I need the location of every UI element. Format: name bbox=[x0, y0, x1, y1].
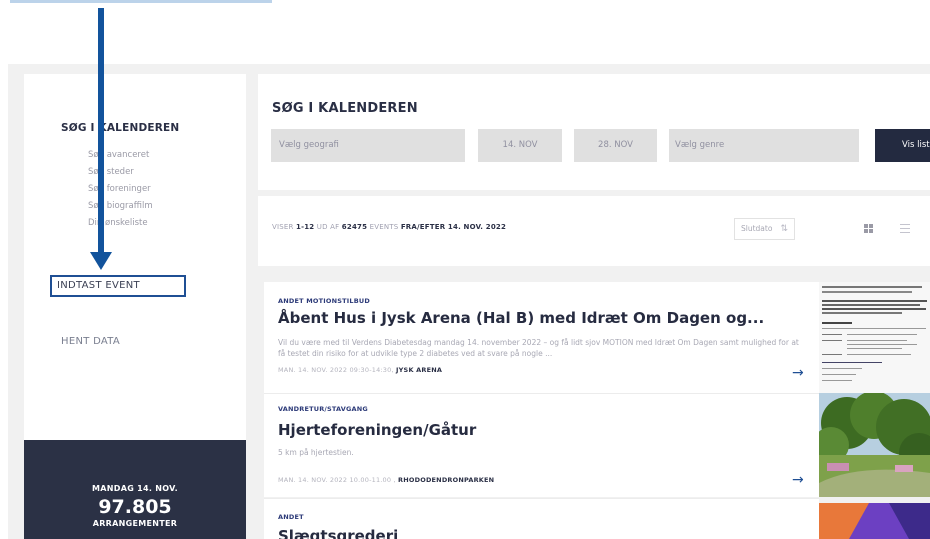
sort-label: Slutdato bbox=[741, 224, 773, 233]
results-total: 62475 bbox=[341, 223, 368, 231]
search-panel: SØG I KALENDEREN Vælg geografi 14. NOV 2… bbox=[258, 74, 930, 190]
today-date: MANDAG 14. NOV. bbox=[92, 484, 178, 493]
event-place: RHODODENDRONPARKEN bbox=[398, 476, 495, 484]
event-count-box: MANDAG 14. NOV. 97.805 ARRANGEMENTER bbox=[24, 440, 246, 539]
annotation-arrow-head bbox=[90, 252, 112, 270]
event-card[interactable]: ANDET Slægtsgrederi bbox=[264, 498, 819, 539]
event-meta: MAN. 14. NOV. 2022 10.00-11.00 , RHODODE… bbox=[278, 476, 494, 484]
results-mid: UD AF bbox=[316, 223, 340, 231]
page: SØG I KALENDEREN Søg avanceret Søg stede… bbox=[0, 0, 930, 539]
genre-select[interactable]: Vælg genre bbox=[669, 129, 859, 162]
results-events-word: EVENTS bbox=[369, 223, 399, 231]
event-title[interactable]: Åbent Hus i Jysk Arena (Hal B) med Idræt… bbox=[278, 309, 764, 327]
event-card[interactable]: VANDRETUR/STAVGANG Hjerteforeningen/Gåtu… bbox=[264, 393, 819, 497]
park-photo bbox=[819, 393, 930, 497]
arrow-right-icon[interactable]: → bbox=[792, 365, 804, 381]
event-title[interactable]: Hjerteforeningen/Gåtur bbox=[278, 421, 476, 439]
sort-icon: ⇅ bbox=[780, 224, 788, 234]
fetch-data-link[interactable]: HENT DATA bbox=[61, 336, 120, 347]
enter-event-button[interactable]: INDTAST EVENT bbox=[50, 275, 186, 297]
results-summary: VISER 1-12 UD AF 62475 EVENTS FRA/EFTER … bbox=[272, 223, 506, 231]
results-suffix: FRA/EFTER 14. NOV. 2022 bbox=[400, 223, 507, 231]
sort-select[interactable]: Slutdato ⇅ bbox=[734, 218, 795, 240]
results-prefix: VISER bbox=[272, 223, 294, 231]
grid-view-icon[interactable] bbox=[864, 224, 873, 233]
event-category: ANDET bbox=[278, 513, 304, 521]
geography-select[interactable]: Vælg geografi bbox=[271, 129, 465, 162]
show-list-button[interactable]: Vis liste bbox=[875, 129, 930, 162]
event-count-label: ARRANGEMENTER bbox=[92, 519, 178, 528]
sidebar: SØG I KALENDEREN Søg avanceret Søg stede… bbox=[24, 74, 246, 539]
event-datetime: MAN. 14. NOV. 2022 10.00-11.00 , bbox=[278, 476, 396, 484]
event-place: JYSK ARENA bbox=[396, 366, 443, 374]
arrow-right-icon[interactable]: → bbox=[792, 472, 804, 488]
sidebar-title: SØG I KALENDEREN bbox=[61, 122, 180, 134]
results-range: 1-12 bbox=[296, 223, 315, 231]
date-from-field[interactable]: 14. NOV bbox=[478, 129, 562, 162]
event-card[interactable]: ANDET MOTIONSTILBUD Åbent Hus i Jysk Are… bbox=[264, 282, 819, 393]
event-description: Vil du være med til Verdens Diabetesdag … bbox=[278, 338, 799, 358]
event-meta: MAN. 14. NOV. 2022 09:30-14:30, JYSK ARE… bbox=[278, 366, 442, 374]
date-to-field[interactable]: 28. NOV bbox=[574, 129, 657, 162]
event-description: 5 km på hjertestien. bbox=[278, 448, 354, 457]
document-thumbnail-image bbox=[819, 282, 930, 393]
top-highlight-bar bbox=[10, 0, 272, 3]
annotation-arrow bbox=[98, 8, 104, 260]
event-thumbnail-document[interactable] bbox=[819, 282, 930, 393]
event-thumbnail-park[interactable] bbox=[819, 393, 930, 497]
event-count: 97.805 bbox=[98, 496, 172, 518]
event-category: ANDET MOTIONSTILBUD bbox=[278, 297, 370, 305]
event-category: VANDRETUR/STAVGANG bbox=[278, 405, 368, 413]
results-bar: VISER 1-12 UD AF 62475 EVENTS FRA/EFTER … bbox=[258, 196, 930, 266]
abstract-image bbox=[819, 503, 930, 539]
event-title[interactable]: Slægtsgrederi bbox=[278, 527, 398, 539]
search-title: SØG I KALENDEREN bbox=[272, 101, 418, 116]
list-view-icon[interactable] bbox=[900, 224, 910, 233]
event-thumbnail-abstract[interactable] bbox=[819, 503, 930, 539]
event-datetime: MAN. 14. NOV. 2022 09:30-14:30, bbox=[278, 366, 394, 374]
